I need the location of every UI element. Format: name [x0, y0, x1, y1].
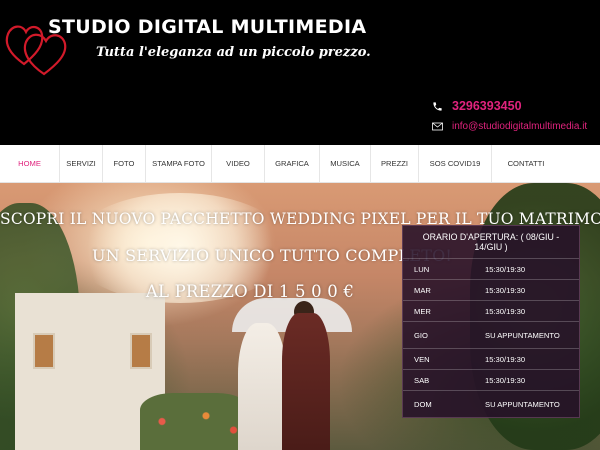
flower-bed	[140, 393, 250, 450]
hours-day: MER	[414, 306, 431, 316]
bride-figure	[238, 323, 286, 450]
phone-icon	[430, 99, 444, 113]
nav-item-prezzi[interactable]: PREZZI	[371, 145, 419, 182]
hours-row: VEN 15:30/19:30	[403, 348, 579, 369]
email-address[interactable]: info@studiodigitalmultimedia.it	[452, 121, 587, 132]
window	[33, 333, 55, 369]
hours-row: GIO SU APPUNTAMENTO	[403, 321, 579, 348]
hours-day: SAB	[414, 375, 430, 385]
hours-time: 15:30/19:30	[485, 375, 526, 385]
nav-item-home[interactable]: HOME	[0, 145, 60, 182]
hours-row: MER 15:30/19:30	[403, 300, 579, 321]
mail-icon	[430, 119, 444, 133]
hours-time: 15:30/19:30	[485, 354, 526, 364]
nav-item-foto[interactable]: FOTO	[103, 145, 146, 182]
groom-figure	[282, 313, 330, 450]
hours-day: MAR	[414, 285, 431, 295]
nav-item-stampa-foto[interactable]: STAMPA FOTO	[146, 145, 212, 182]
phone-row[interactable]: 3296393450	[430, 96, 587, 116]
nav-item-grafica[interactable]: GRAFICA	[265, 145, 320, 182]
email-row[interactable]: info@studiodigitalmultimedia.it	[430, 116, 587, 136]
site-header: STUDIO DIGITAL MULTIMEDIA Tutta l'elegan…	[0, 0, 600, 145]
hours-row: MAR 15:30/19:30	[403, 279, 579, 300]
hours-time: 15:30/19:30	[485, 306, 526, 316]
window	[130, 333, 152, 369]
contact-info: 3296393450 info@studiodigitalmultimedia.…	[430, 96, 587, 136]
hours-day: DOM	[414, 399, 432, 409]
nav-item-sos-covid19[interactable]: SOS COVID19	[419, 145, 492, 182]
hours-time: 15:30/19:30	[485, 285, 526, 295]
hours-row: LUN 15:30/19:30	[403, 258, 579, 279]
main-nav: HOME SERVIZI FOTO STAMPA FOTO VIDEO GRAF…	[0, 145, 600, 183]
nav-item-contatti[interactable]: CONTATTI	[492, 145, 560, 182]
opening-hours-title: ORARIO D'APERTURA: ( 08/GIU - 14/GIU )	[422, 232, 560, 252]
hours-row: SAB 15:30/19:30	[403, 369, 579, 390]
opening-hours-panel: ORARIO D'APERTURA: ( 08/GIU - 14/GIU ) L…	[402, 225, 580, 418]
hours-day: GIO	[414, 330, 428, 340]
nav-item-video[interactable]: VIDEO	[212, 145, 265, 182]
hours-day: LUN	[414, 264, 430, 274]
hours-time: SU APPUNTAMENTO	[485, 399, 560, 409]
hours-day: VEN	[414, 354, 430, 364]
nav-item-servizi[interactable]: SERVIZI	[60, 145, 103, 182]
phone-number[interactable]: 3296393450	[452, 99, 522, 113]
hours-time: SU APPUNTAMENTO	[485, 330, 560, 340]
hours-time: 15:30/19:30	[485, 264, 526, 274]
nav-item-musica[interactable]: MUSICA	[320, 145, 371, 182]
tagline: Tutta l'eleganza ad un piccolo prezzo.	[96, 45, 371, 60]
hours-row: DOM SU APPUNTAMENTO	[403, 390, 579, 417]
brand-name[interactable]: STUDIO DIGITAL MULTIMEDIA	[48, 16, 366, 38]
